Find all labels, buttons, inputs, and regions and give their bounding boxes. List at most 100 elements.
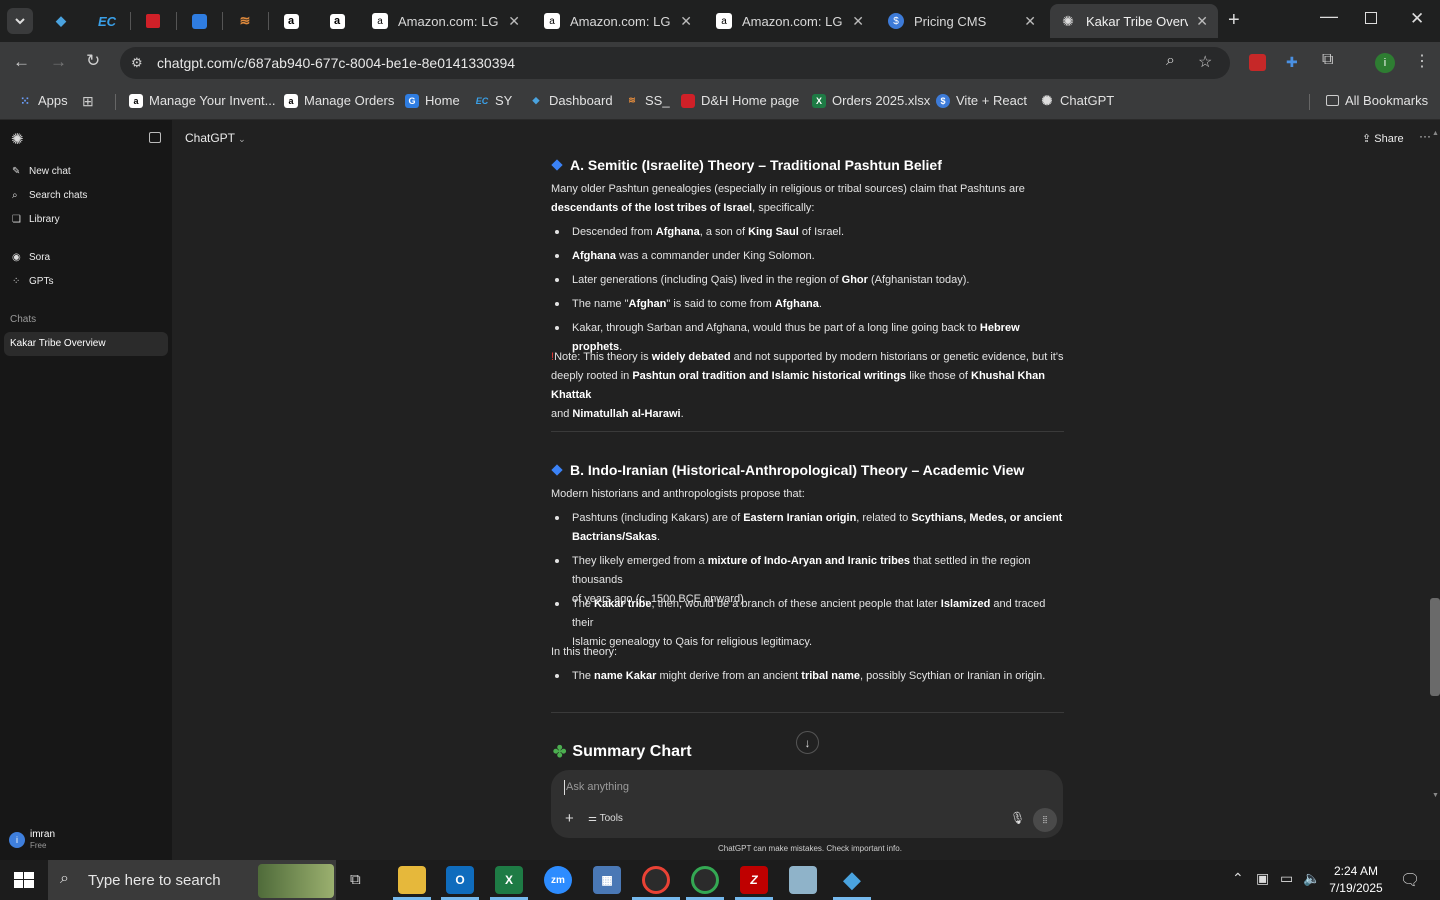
close-icon[interactable]: ✕	[680, 13, 692, 30]
scroll-down-arrow-icon[interactable]: ▼	[1432, 792, 1439, 799]
share-button[interactable]: ⇪ Share	[1362, 132, 1404, 145]
bookmark-item[interactable]: a Manage Your Invent...	[129, 93, 275, 108]
gpts-icon: ⁘	[12, 276, 21, 287]
user-avatar[interactable]: i	[9, 832, 25, 848]
tab-title: Kakar Tribe Overvi	[1086, 13, 1189, 29]
diamond-app-icon[interactable]: ◆	[838, 866, 866, 894]
pinned-tab[interactable]: ≋	[232, 8, 258, 34]
new-tab-plus-icon[interactable]: +	[1228, 9, 1240, 32]
calculator-icon[interactable]: ▦	[593, 866, 621, 894]
message-composer: Ask anything + ⚌ Tools 🎙 ⦙⦙	[551, 770, 1063, 838]
pinned-tab[interactable]: a	[278, 8, 304, 34]
bookmark-item[interactable]: EC SY	[475, 93, 513, 108]
minimize-icon[interactable]: —	[1320, 6, 1338, 27]
clock[interactable]: 2:24 AM 7/19/2025	[1326, 863, 1386, 897]
model-selector[interactable]: ChatGPT ⌄	[185, 131, 246, 145]
browser-tab[interactable]: $ Pricing CMS ✕	[878, 4, 1046, 38]
all-bookmarks[interactable]: All Bookmarks	[1326, 93, 1428, 108]
bookmark-item[interactable]: ✺ ChatGPT	[1040, 93, 1115, 109]
taskbar-search-box[interactable]: ⌕ Type here to search	[48, 860, 336, 900]
browser-tab[interactable]: a Amazon.com: LG 1 ✕	[706, 4, 874, 38]
bookmark-label: Orders 2025.xlsx	[832, 93, 931, 108]
excel-icon[interactable]: X	[495, 866, 523, 894]
sidebar-item-new-chat[interactable]: ✎ New chat	[12, 166, 71, 177]
browser-tab[interactable]: a Amazon.com: LG 1 ✕	[534, 4, 702, 38]
notifications-icon[interactable]: 🗨	[1400, 870, 1420, 890]
reload-icon[interactable]: ↻	[86, 51, 100, 71]
sidebar-item-sora[interactable]: ◉ Sora	[12, 252, 50, 263]
filezilla-icon[interactable]: Z	[740, 866, 768, 894]
back-arrow-icon[interactable]: ←	[13, 52, 30, 72]
window-close-icon[interactable]: ✕	[1410, 9, 1424, 29]
chrome-icon[interactable]	[642, 866, 670, 894]
pinned-tab[interactable]	[140, 8, 166, 34]
close-sidebar-icon[interactable]	[149, 132, 161, 143]
sidebar-item-label: New chat	[29, 166, 71, 177]
bookmark-item[interactable]: ◆ Dashboard	[529, 93, 613, 108]
network-icon[interactable]: ▭	[1280, 870, 1293, 887]
bold-text: Bactrians/Sakas	[572, 531, 657, 543]
forward-arrow-icon[interactable]: →	[50, 52, 67, 72]
prompt-input[interactable]: Ask anything	[566, 781, 629, 793]
extensions-puzzle-icon[interactable]: ⧉	[1322, 51, 1333, 69]
file-explorer-icon[interactable]	[398, 866, 426, 894]
tab-search-button[interactable]	[7, 8, 33, 34]
browser-tab[interactable]: a Amazon.com: LG 2 ✕	[362, 4, 530, 38]
sidebar-item-search-chats[interactable]: ⌕ Search chats	[12, 190, 87, 201]
pinned-tab[interactable]	[186, 8, 212, 34]
browser-tab-active[interactable]: ✺ Kakar Tribe Overvi ✕	[1050, 4, 1218, 38]
pinned-tab[interactable]: ◆	[48, 8, 74, 34]
zoom-icon[interactable]: ⌕	[1166, 52, 1175, 70]
bookmark-label: Vite + React	[956, 93, 1027, 108]
bookmark-item[interactable]: $ Vite + React	[936, 93, 1027, 108]
bold-text: Afghan	[628, 298, 667, 310]
notepad-icon[interactable]	[789, 866, 817, 894]
browser-menu-icon[interactable]: ⋮	[1414, 51, 1430, 71]
tab-groups-icon[interactable]: ⊞	[82, 93, 94, 110]
extension-icon[interactable]: ✚	[1286, 54, 1298, 71]
pinned-tab[interactable]: EC	[94, 8, 120, 34]
close-icon[interactable]: ✕	[852, 13, 864, 30]
scroll-up-arrow-icon[interactable]: ▲	[1432, 130, 1439, 137]
volume-icon[interactable]: 🔈	[1303, 870, 1320, 887]
more-options-icon[interactable]: ···	[1419, 129, 1431, 143]
sidebar-item-library[interactable]: ❏ Library	[12, 214, 60, 225]
pinned-tab[interactable]: a	[324, 8, 350, 34]
extension-icon[interactable]	[1249, 54, 1266, 71]
bookmark-item[interactable]: X Orders 2025.xlsx	[812, 93, 930, 108]
bookmark-item[interactable]: a Manage Orders	[284, 93, 394, 108]
address-bar[interactable]: ⚙ chatgpt.com/c/687ab940-677c-8004-be1e-…	[120, 47, 1230, 79]
close-icon[interactable]: ✕	[508, 13, 520, 30]
bookmark-item[interactable]: ≋ SS_	[625, 93, 669, 108]
close-icon[interactable]: ✕	[1196, 13, 1208, 30]
restore-icon[interactable]	[1365, 12, 1377, 24]
bookmark-item[interactable]: D&H Home page	[681, 93, 799, 108]
bold-text: Eastern Iranian origin	[743, 512, 857, 524]
task-view-icon[interactable]: ⧉	[350, 871, 361, 888]
bookmark-star-icon[interactable]: ☆	[1198, 52, 1212, 72]
add-attachment-icon[interactable]: +	[565, 810, 574, 827]
zoom-app-icon[interactable]: zm	[544, 866, 572, 894]
security-icon[interactable]: ▣	[1256, 870, 1269, 887]
voice-mode-button[interactable]: ⦙⦙	[1033, 808, 1057, 832]
user-name[interactable]: imran	[30, 829, 55, 840]
profile-avatar[interactable]: i	[1375, 53, 1395, 73]
sidebar-item-gpts[interactable]: ⁘ GPTs	[12, 276, 53, 287]
scroll-to-bottom-button[interactable]: ↓	[796, 731, 819, 754]
hidden-icons-chevron-icon[interactable]: ⌃	[1232, 870, 1244, 887]
url-text[interactable]: chatgpt.com/c/687ab940-677c-8004-be1e-8e…	[157, 55, 515, 71]
note-paragraph: !Note: This theory is widely debated and…	[551, 348, 1066, 424]
bookmark-apps[interactable]: ⁙ Apps	[18, 93, 68, 108]
scrollbar-thumb[interactable]	[1430, 598, 1440, 696]
text: Note: This theory is	[554, 351, 652, 363]
openai-logo-icon[interactable]: ✺	[11, 130, 24, 148]
chat-item-active[interactable]: Kakar Tribe Overview	[4, 332, 168, 356]
microphone-icon[interactable]: 🎙	[1010, 811, 1025, 825]
site-info-icon[interactable]: ⚙	[131, 55, 143, 71]
bookmark-item[interactable]: G Home	[405, 93, 460, 108]
chrome-icon[interactable]	[691, 866, 719, 894]
close-icon[interactable]: ✕	[1024, 13, 1036, 30]
outlook-icon[interactable]: O	[446, 866, 474, 894]
windows-start-icon[interactable]	[14, 872, 34, 889]
tools-button[interactable]: ⚌ Tools	[588, 813, 623, 824]
